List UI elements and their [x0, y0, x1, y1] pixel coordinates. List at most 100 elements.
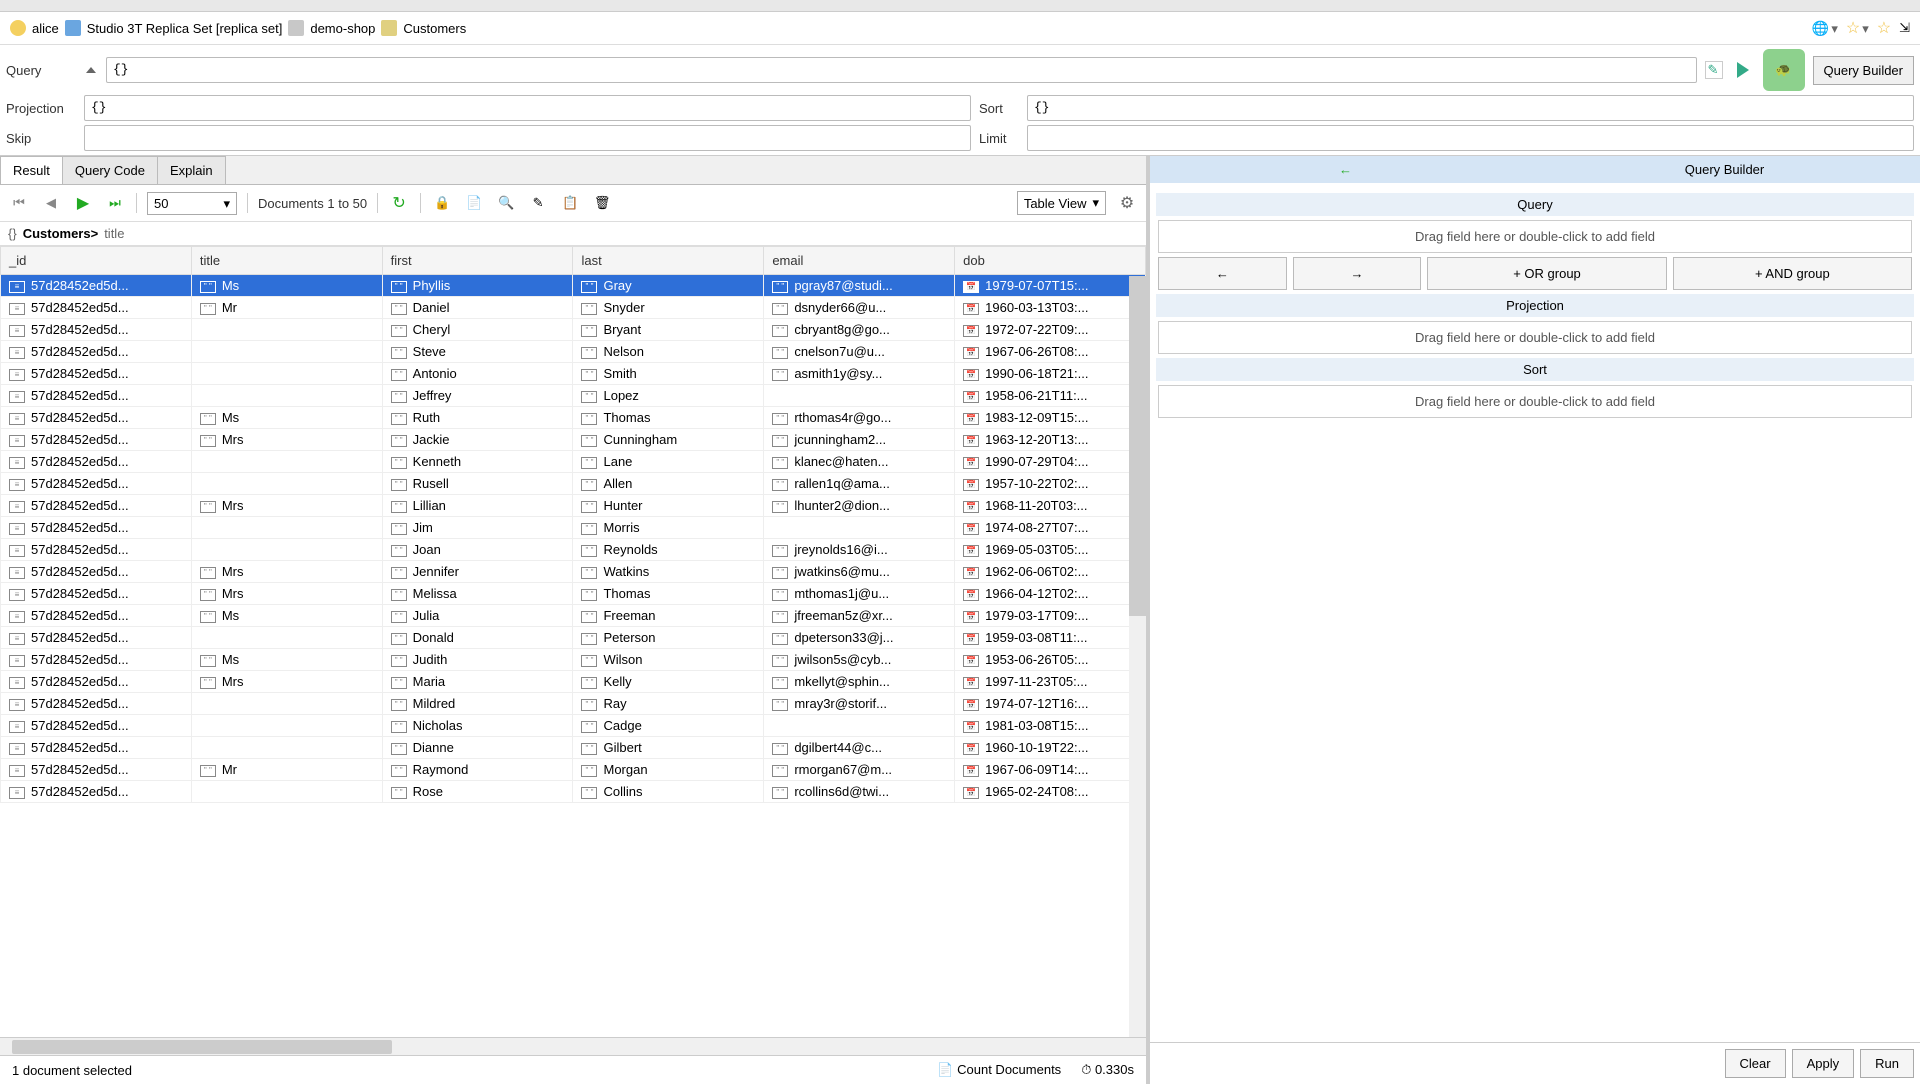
apply-button[interactable]: Apply: [1792, 1049, 1855, 1078]
cell-first[interactable]: " "Donald: [382, 627, 573, 649]
cell-email[interactable]: " "rcollins6d@twi...: [764, 781, 955, 803]
cell-title[interactable]: [191, 737, 382, 759]
cell-id[interactable]: ≡57d28452ed5d...: [1, 319, 192, 341]
cell-dob[interactable]: 📅1997-11-23T05:...: [955, 671, 1146, 693]
cell-id[interactable]: ≡57d28452ed5d...: [1, 649, 192, 671]
page-size-select[interactable]: 50: [147, 192, 237, 215]
cell-id[interactable]: ≡57d28452ed5d...: [1, 363, 192, 385]
cell-title[interactable]: [191, 319, 382, 341]
view-doc-icon[interactable]: 🔍: [495, 192, 517, 214]
cell-first[interactable]: " "Kenneth: [382, 451, 573, 473]
cell-first[interactable]: " "Steve: [382, 341, 573, 363]
table-row[interactable]: ≡57d28452ed5d..." "Mrs" "Lillian" "Hunte…: [1, 495, 1146, 517]
cell-email[interactable]: " "rthomas4r@go...: [764, 407, 955, 429]
cell-dob[interactable]: 📅1960-03-13T03:...: [955, 297, 1146, 319]
cell-id[interactable]: ≡57d28452ed5d...: [1, 385, 192, 407]
cell-email[interactable]: " "rallen1q@ama...: [764, 473, 955, 495]
cell-id[interactable]: ≡57d28452ed5d...: [1, 759, 192, 781]
lock-icon[interactable]: 🔒: [431, 192, 453, 214]
cell-last[interactable]: " "Thomas: [573, 407, 764, 429]
cell-dob[interactable]: 📅1966-04-12T02:...: [955, 583, 1146, 605]
play-icon[interactable]: [72, 192, 94, 214]
qb-collapse-icon[interactable]: [1156, 162, 1535, 177]
cell-last[interactable]: " "Bryant: [573, 319, 764, 341]
cell-id[interactable]: ≡57d28452ed5d...: [1, 473, 192, 495]
cell-dob[interactable]: 📅1962-06-06T02:...: [955, 561, 1146, 583]
cell-id[interactable]: ≡57d28452ed5d...: [1, 495, 192, 517]
globe-icon[interactable]: [1812, 20, 1838, 37]
skip-input[interactable]: [84, 125, 971, 151]
cell-dob[interactable]: 📅1974-08-27T07:...: [955, 517, 1146, 539]
cell-dob[interactable]: 📅1990-06-18T21:...: [955, 363, 1146, 385]
cell-id[interactable]: ≡57d28452ed5d...: [1, 275, 192, 297]
cell-last[interactable]: " "Lopez: [573, 385, 764, 407]
clear-button[interactable]: Clear: [1725, 1049, 1786, 1078]
cell-first[interactable]: " "Mildred: [382, 693, 573, 715]
cell-dob[interactable]: 📅1981-03-08T15:...: [955, 715, 1146, 737]
column-header-_id[interactable]: _id: [1, 247, 192, 275]
delete-doc-icon[interactable]: 🗑: [591, 192, 613, 214]
cell-title[interactable]: [191, 363, 382, 385]
tab-result[interactable]: Result: [0, 156, 63, 184]
cell-dob[interactable]: 📅1965-02-24T08:...: [955, 781, 1146, 803]
cell-email[interactable]: " "cnelson7u@u...: [764, 341, 955, 363]
table-row[interactable]: ≡57d28452ed5d..." "Joan" "Reynolds" "jre…: [1, 539, 1146, 561]
cell-first[interactable]: " "Joan: [382, 539, 573, 561]
cell-title[interactable]: " "Ms: [191, 649, 382, 671]
prev-page-icon[interactable]: [40, 192, 62, 214]
cell-first[interactable]: " "Ruth: [382, 407, 573, 429]
cell-title[interactable]: [191, 341, 382, 363]
cell-last[interactable]: " "Reynolds: [573, 539, 764, 561]
path-field[interactable]: title: [104, 226, 124, 241]
table-row[interactable]: ≡57d28452ed5d..." "Mrs" "Jennifer" "Watk…: [1, 561, 1146, 583]
table-row[interactable]: ≡57d28452ed5d..." "Kenneth" "Lane" "klan…: [1, 451, 1146, 473]
table-row[interactable]: ≡57d28452ed5d..." "Mrs" "Maria" "Kelly" …: [1, 671, 1146, 693]
cell-first[interactable]: " "Maria: [382, 671, 573, 693]
cell-email[interactable]: " "dsnyder66@u...: [764, 297, 955, 319]
cell-last[interactable]: " "Ray: [573, 693, 764, 715]
cell-dob[interactable]: 📅1968-11-20T03:...: [955, 495, 1146, 517]
cell-first[interactable]: " "Rose: [382, 781, 573, 803]
cell-email[interactable]: " "asmith1y@sy...: [764, 363, 955, 385]
cell-id[interactable]: ≡57d28452ed5d...: [1, 737, 192, 759]
cell-id[interactable]: ≡57d28452ed5d...: [1, 561, 192, 583]
query-builder-toggle[interactable]: Query Builder: [1813, 56, 1914, 85]
sort-input[interactable]: {}: [1027, 95, 1914, 121]
cell-last[interactable]: " "Wilson: [573, 649, 764, 671]
table-row[interactable]: ≡57d28452ed5d..." "Donald" "Peterson" "d…: [1, 627, 1146, 649]
copy-doc-icon[interactable]: 📋: [559, 192, 581, 214]
table-row[interactable]: ≡57d28452ed5d..." "Ms" "Ruth" "Thomas" "…: [1, 407, 1146, 429]
cell-dob[interactable]: 📅1957-10-22T02:...: [955, 473, 1146, 495]
cell-last[interactable]: " "Peterson: [573, 627, 764, 649]
cell-email[interactable]: " "rmorgan67@m...: [764, 759, 955, 781]
table-row[interactable]: ≡57d28452ed5d..." "Steve" "Nelson" "cnel…: [1, 341, 1146, 363]
cell-email[interactable]: " "jreynolds16@i...: [764, 539, 955, 561]
cell-last[interactable]: " "Watkins: [573, 561, 764, 583]
cell-last[interactable]: " "Snyder: [573, 297, 764, 319]
cell-dob[interactable]: 📅1958-06-21T11:...: [955, 385, 1146, 407]
column-header-title[interactable]: title: [191, 247, 382, 275]
cell-dob[interactable]: 📅1974-07-12T16:...: [955, 693, 1146, 715]
table-row[interactable]: ≡57d28452ed5d..." "Jeffrey" "Lopez📅1958-…: [1, 385, 1146, 407]
table-row[interactable]: ≡57d28452ed5d..." "Mildred" "Ray" "mray3…: [1, 693, 1146, 715]
column-header-last[interactable]: last: [573, 247, 764, 275]
cell-dob[interactable]: 📅1979-03-17T09:...: [955, 605, 1146, 627]
cell-last[interactable]: " "Morris: [573, 517, 764, 539]
cell-first[interactable]: " "Julia: [382, 605, 573, 627]
cell-title[interactable]: [191, 473, 382, 495]
cell-title[interactable]: [191, 693, 382, 715]
cell-last[interactable]: " "Thomas: [573, 583, 764, 605]
table-row[interactable]: ≡57d28452ed5d..." "Rose" "Collins" "rcol…: [1, 781, 1146, 803]
table-row[interactable]: ≡57d28452ed5d..." "Ms" "Judith" "Wilson"…: [1, 649, 1146, 671]
cell-first[interactable]: " "Rusell: [382, 473, 573, 495]
cell-id[interactable]: ≡57d28452ed5d...: [1, 715, 192, 737]
table-row[interactable]: ≡57d28452ed5d..." "Mrs" "Melissa" "Thoma…: [1, 583, 1146, 605]
cell-dob[interactable]: 📅1969-05-03T05:...: [955, 539, 1146, 561]
cell-id[interactable]: ≡57d28452ed5d...: [1, 693, 192, 715]
cell-last[interactable]: " "Freeman: [573, 605, 764, 627]
edit-query-icon[interactable]: [1705, 61, 1723, 79]
cell-dob[interactable]: 📅1979-07-07T15:...: [955, 275, 1146, 297]
cell-dob[interactable]: 📅1967-06-26T08:...: [955, 341, 1146, 363]
cell-id[interactable]: ≡57d28452ed5d...: [1, 627, 192, 649]
qb-back-button[interactable]: ←: [1158, 257, 1287, 290]
